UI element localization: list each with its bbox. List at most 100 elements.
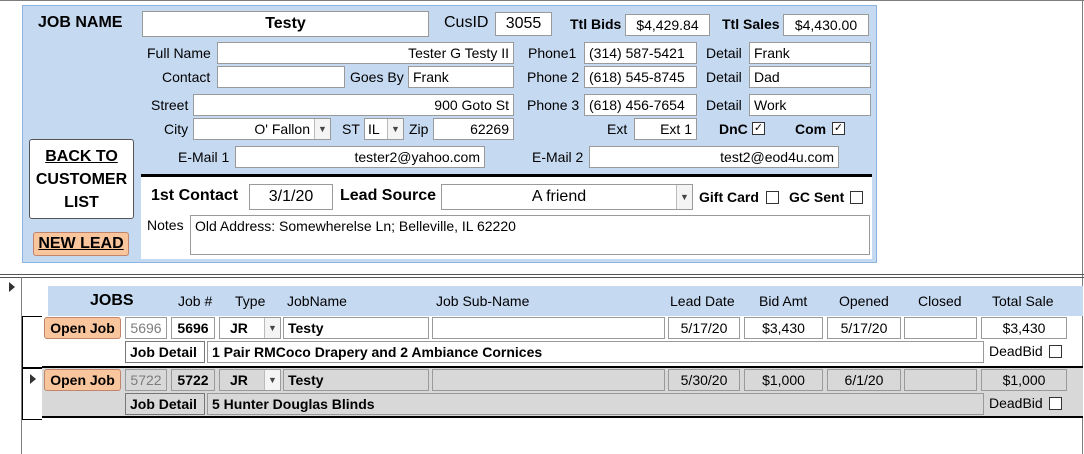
chevron-down-icon[interactable]: ▼ [264, 370, 280, 390]
type-select[interactable]: JR ▼ [219, 369, 281, 391]
type-select[interactable]: JR ▼ [219, 317, 281, 339]
open-job-button[interactable]: Open Job [44, 317, 121, 339]
type-value: JR [230, 320, 248, 336]
com-label: Com [795, 121, 827, 137]
city-select[interactable]: O' Fallon ▼ [193, 118, 331, 140]
lead-date-cell[interactable]: 5/17/20 [668, 317, 740, 339]
phone3-label: Phone 3 [527, 97, 580, 113]
st-value: IL [368, 121, 380, 137]
detail3-field[interactable]: Work [749, 94, 871, 116]
cusid-label: CusID [444, 14, 489, 31]
phone2-field[interactable]: (618) 545-8745 [584, 66, 697, 88]
chevron-down-icon[interactable]: ▼ [314, 119, 330, 139]
street-label: Street [151, 97, 189, 113]
opened-cell[interactable]: 6/1/20 [827, 369, 901, 391]
total-sale-cell[interactable]: $1,000 [981, 369, 1067, 391]
email1-field[interactable]: tester2@yahoo.com [235, 146, 485, 168]
back-label-2: CUSTOMER [35, 171, 128, 188]
sub-name-cell[interactable] [432, 317, 665, 339]
job-detail-field[interactable]: 1 Pair RMCoco Drapery and 2 Ambiance Cor… [207, 341, 984, 363]
contact-label: Contact [162, 69, 211, 85]
city-value: O' Fallon [254, 121, 310, 137]
ttl-bids-label: Ttl Bids [570, 16, 622, 32]
dnc-checkbox[interactable]: ✓ [752, 122, 765, 135]
chevron-down-icon[interactable]: ▼ [387, 119, 403, 139]
zip-field[interactable]: 62269 [433, 118, 514, 140]
detail1-label: Detail [706, 45, 742, 61]
job-name-label: JOB NAME [38, 14, 123, 31]
sub-name-cell[interactable] [432, 369, 665, 391]
row-bracket [22, 316, 42, 368]
notes-label: Notes [147, 217, 184, 233]
job-name-cell[interactable]: Testy [283, 317, 429, 339]
street-field[interactable]: 900 Goto St [193, 94, 514, 116]
first-contact-label: 1st Contact [151, 187, 239, 204]
lead-source-select[interactable]: A friend ▼ [441, 184, 693, 210]
ttl-sales-label: Ttl Sales [722, 16, 780, 32]
detail1-field[interactable]: Frank [749, 42, 871, 64]
chevron-down-icon[interactable]: ▼ [264, 318, 280, 338]
goes-by-label: Goes By [350, 69, 404, 85]
deadbid-checkbox[interactable] [1049, 345, 1062, 358]
ext-label: Ext [607, 121, 628, 137]
subform-top-line [0, 274, 1084, 275]
phone1-field[interactable]: (314) 587-5421 [584, 42, 697, 64]
open-job-button[interactable]: Open Job [44, 369, 121, 391]
full-name-label: Full Name [147, 45, 211, 61]
opened-cell[interactable]: 5/17/20 [827, 317, 901, 339]
chevron-down-icon[interactable]: ▼ [676, 185, 692, 209]
st-label: ST [342, 121, 360, 137]
job-name-cell[interactable]: Testy [283, 369, 429, 391]
contact-field[interactable] [217, 66, 345, 88]
ttl-bids-field: $4,429.84 [625, 14, 710, 36]
col-sub-name: Job Sub-Name [436, 293, 530, 309]
job-detail-button[interactable]: Job Detail [125, 341, 205, 363]
lead-source-label: Lead Source [340, 187, 437, 204]
type-value: JR [230, 372, 248, 388]
back-label-3: LIST [64, 194, 99, 211]
gc-sent-checkbox[interactable] [850, 191, 863, 204]
deadbid-label: DeadBid [989, 395, 1043, 411]
phone1-label: Phone1 [528, 45, 577, 61]
col-lead-date: Lead Date [670, 293, 735, 309]
phone3-field[interactable]: (618) 456-7654 [584, 94, 697, 116]
col-bid-amt: Bid Amt [759, 293, 808, 309]
first-contact-field[interactable]: 3/1/20 [249, 184, 333, 210]
job-name-field[interactable]: Testy [142, 11, 429, 37]
phone2-label: Phone 2 [527, 69, 580, 85]
back-to-customer-list-button[interactable]: BACK TO CUSTOMER LIST [29, 139, 134, 219]
col-job-name: JobName [287, 293, 347, 309]
jobs-header: JOBS Job # Type JobName Job Sub-Name Lea… [48, 286, 1083, 316]
email2-field[interactable]: test2@eod4u.com [589, 146, 839, 168]
deadbid-checkbox[interactable] [1049, 397, 1062, 410]
goes-by-field[interactable]: Frank [408, 66, 514, 88]
row-separator [42, 416, 1083, 418]
full-name-field[interactable]: Tester G Testy II [217, 42, 514, 64]
closed-cell[interactable] [904, 317, 977, 339]
gift-card-checkbox[interactable] [766, 191, 779, 204]
st-select[interactable]: IL ▼ [364, 118, 404, 140]
email1-label: E-Mail 1 [178, 149, 230, 165]
job-id-field: 5696 [125, 317, 167, 339]
lead-date-cell[interactable]: 5/30/20 [668, 369, 740, 391]
dnc-label: DnC [719, 121, 748, 137]
job-num-field[interactable]: 5696 [171, 317, 215, 339]
closed-cell[interactable] [904, 369, 977, 391]
email2-label: E-Mail 2 [532, 149, 584, 165]
record-arrow-icon[interactable] [9, 282, 15, 292]
detail2-field[interactable]: Dad [749, 66, 871, 88]
gc-sent-label: GC Sent [789, 189, 845, 205]
job-detail-button[interactable]: Job Detail [125, 393, 205, 415]
deadbid-label: DeadBid [989, 343, 1043, 359]
job-detail-field[interactable]: 5 Hunter Douglas Blinds [207, 393, 984, 415]
bid-amt-cell[interactable]: $3,430 [744, 317, 823, 339]
col-total-sale: Total Sale [992, 293, 1054, 309]
job-num-field[interactable]: 5722 [171, 369, 215, 391]
total-sale-cell[interactable]: $3,430 [981, 317, 1067, 339]
com-checkbox[interactable]: ✓ [832, 122, 845, 135]
cusid-field[interactable]: 3055 [495, 12, 552, 36]
new-lead-button[interactable]: NEW LEAD [33, 232, 129, 256]
ext-field[interactable]: Ext 1 [634, 118, 697, 140]
bid-amt-cell[interactable]: $1,000 [744, 369, 823, 391]
notes-field[interactable]: Old Address: Somewherelse Ln; Belleville… [190, 215, 870, 255]
